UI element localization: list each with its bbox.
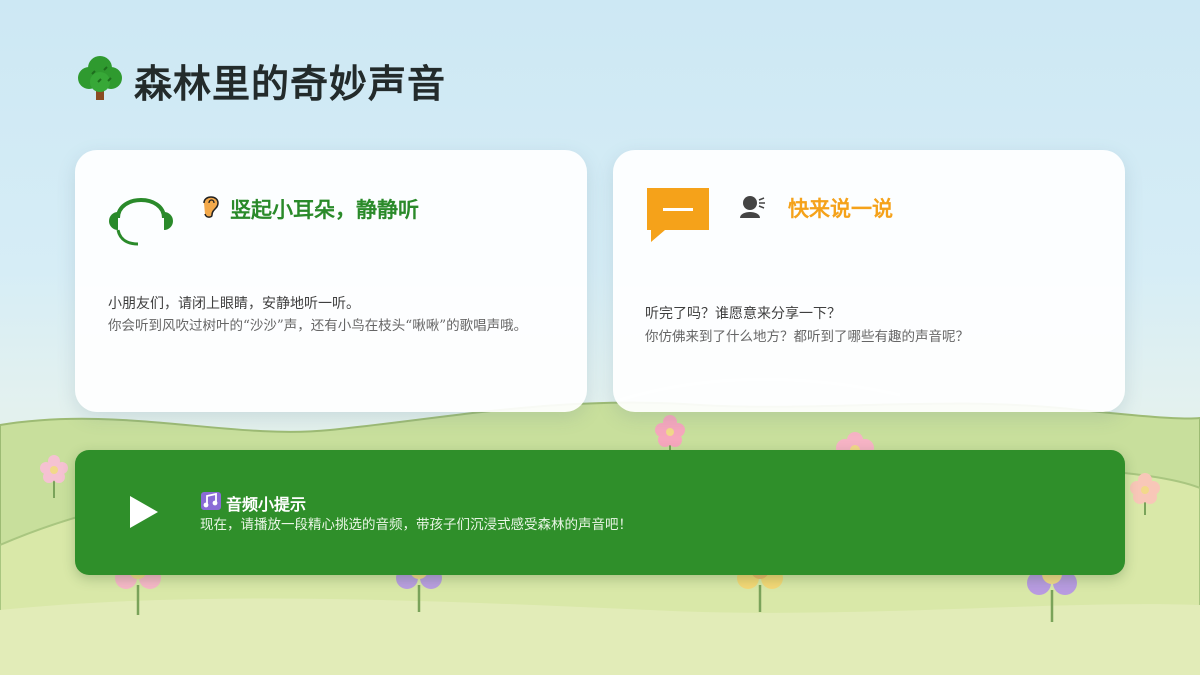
play-icon[interactable]	[128, 494, 160, 534]
share-card-detail: 你仿佛来到了什么地方？都听到了哪些有趣的声音呢？	[645, 329, 969, 345]
music-note-icon	[200, 491, 222, 515]
audio-tip-heading-text: 音频小提示	[226, 495, 307, 514]
headphones-icon	[108, 184, 174, 252]
share-card-lead: 听完了吗？谁愿意来分享一下？	[645, 306, 841, 322]
share-card-heading-text: 快来说一说	[788, 196, 893, 221]
listen-card-heading: 竖起小耳朵，静静听	[200, 193, 419, 224]
audio-tip-text: 现在，请播放一段精心挑选的音频，带孩子们沉浸式感受森林的声音吧！	[200, 517, 632, 533]
share-card-heading: 快来说一说	[740, 193, 893, 223]
listen-card-heading-text: 竖起小耳朵，静静听	[230, 196, 419, 222]
listen-card-detail: 你会听到风吹过树叶的“沙沙”声，还有小鸟在枝头“啾啾”的歌唱声哦。	[108, 318, 528, 334]
page-title-text: 森林里的奇妙声音	[134, 60, 447, 106]
ear-icon	[200, 193, 222, 224]
listen-card-lead: 小朋友们，请闭上眼睛，安静地听一听。	[108, 296, 360, 312]
tree-icon	[78, 54, 122, 106]
chat-bubble-icon	[647, 188, 711, 248]
speaking-person-icon	[740, 194, 766, 223]
page-title: 森林里的奇妙声音	[78, 52, 446, 108]
audio-tip-heading: 音频小提示	[200, 491, 306, 515]
